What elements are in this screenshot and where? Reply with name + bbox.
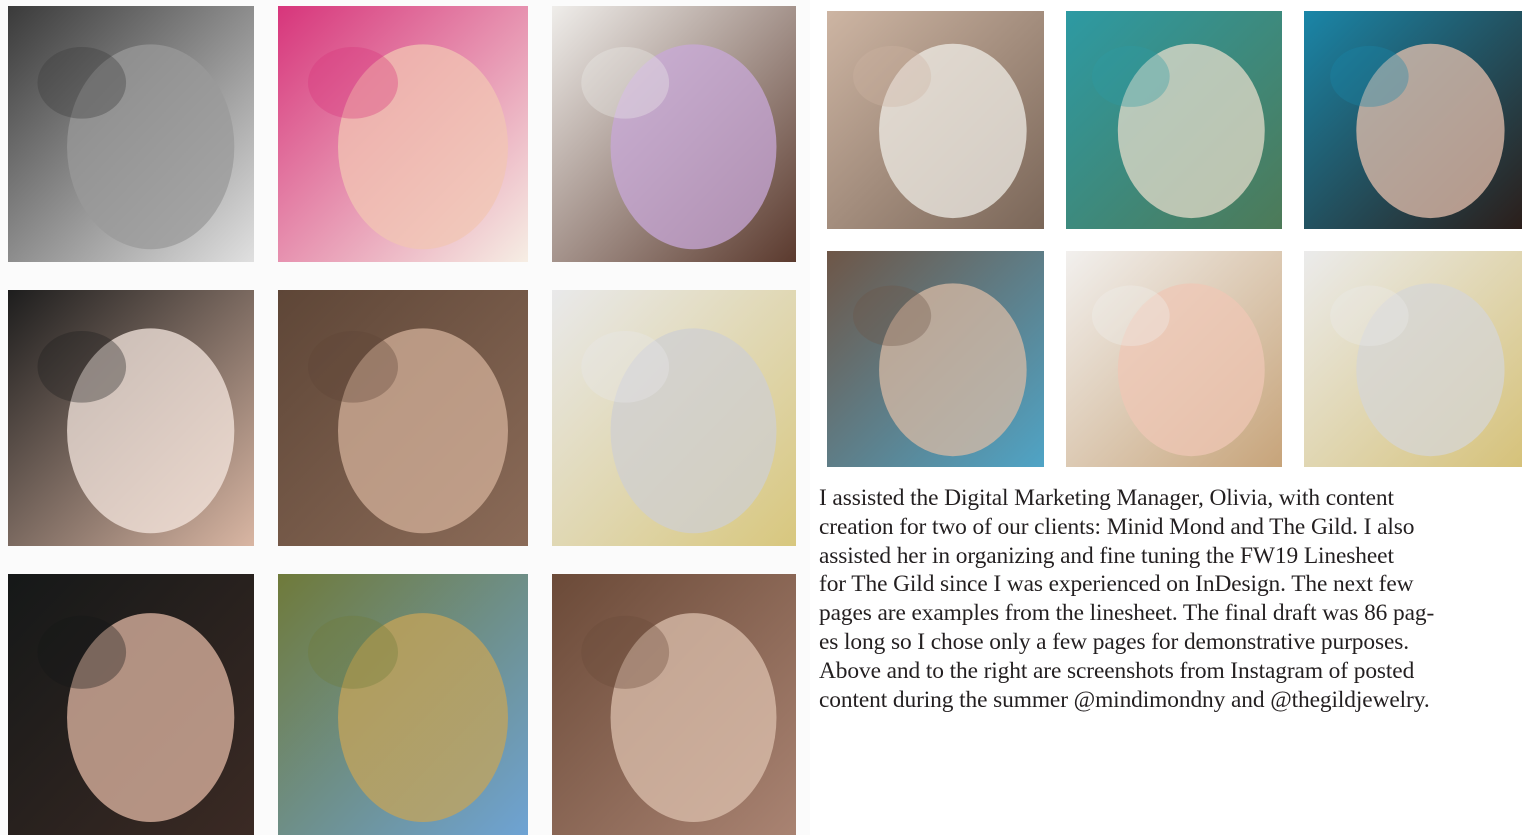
photo-tile <box>552 290 796 546</box>
photo-tile <box>8 6 254 262</box>
caption-line: content during the summer @mindimondny a… <box>819 686 1430 713</box>
photo-woman-blue <box>1304 11 1522 229</box>
photo-tile <box>8 290 254 546</box>
photo-tile <box>1066 251 1282 467</box>
photo-earring-profile <box>552 574 796 835</box>
instagram-grid-right <box>818 0 1522 480</box>
photo-earring-hair <box>278 290 528 546</box>
photo-open-ring-marble <box>1304 251 1522 467</box>
photo-tile <box>8 574 254 835</box>
caption-line: creation for two of our clients: Minid M… <box>819 513 1415 540</box>
caption-line: pages are examples from the linesheet. T… <box>819 600 1435 627</box>
caption-line: for The Gild since I was experienced on … <box>819 571 1414 598</box>
photo-tile <box>1066 11 1282 229</box>
photo-woman-lilac <box>552 6 796 262</box>
photo-hand-lattice <box>8 290 254 546</box>
photo-hand-rings-white <box>1066 251 1282 467</box>
photo-hotel-postcard <box>1066 11 1282 229</box>
photo-tile <box>278 574 528 835</box>
photo-vintage-bw <box>8 6 254 262</box>
photo-earring-blue-drop <box>827 251 1044 467</box>
photo-woman-black <box>8 574 254 835</box>
photo-wizard-of-oz <box>278 574 528 835</box>
photo-hand-rings-peony <box>278 6 528 262</box>
photo-tile <box>552 574 796 835</box>
photo-bangles-marble <box>552 290 796 546</box>
caption-line: Above and to the right are screenshots f… <box>819 657 1415 684</box>
photo-tile <box>827 11 1044 229</box>
photo-tile <box>1304 251 1522 467</box>
photo-tile <box>552 6 796 262</box>
caption-line: I assisted the Digital Marketing Manager… <box>819 485 1394 511</box>
photo-tile <box>827 251 1044 467</box>
instagram-grid-left <box>0 0 810 835</box>
photo-tile <box>278 290 528 546</box>
description-paragraph: I assisted the Digital Marketing Manager… <box>819 484 1522 714</box>
photo-hand-wide-rings <box>827 11 1044 229</box>
caption-line: assisted her in organizing and fine tuni… <box>819 542 1394 569</box>
photo-tile <box>278 6 528 262</box>
caption-line: es long so I chose only a few pages for … <box>819 628 1410 655</box>
photo-tile <box>1304 11 1522 229</box>
